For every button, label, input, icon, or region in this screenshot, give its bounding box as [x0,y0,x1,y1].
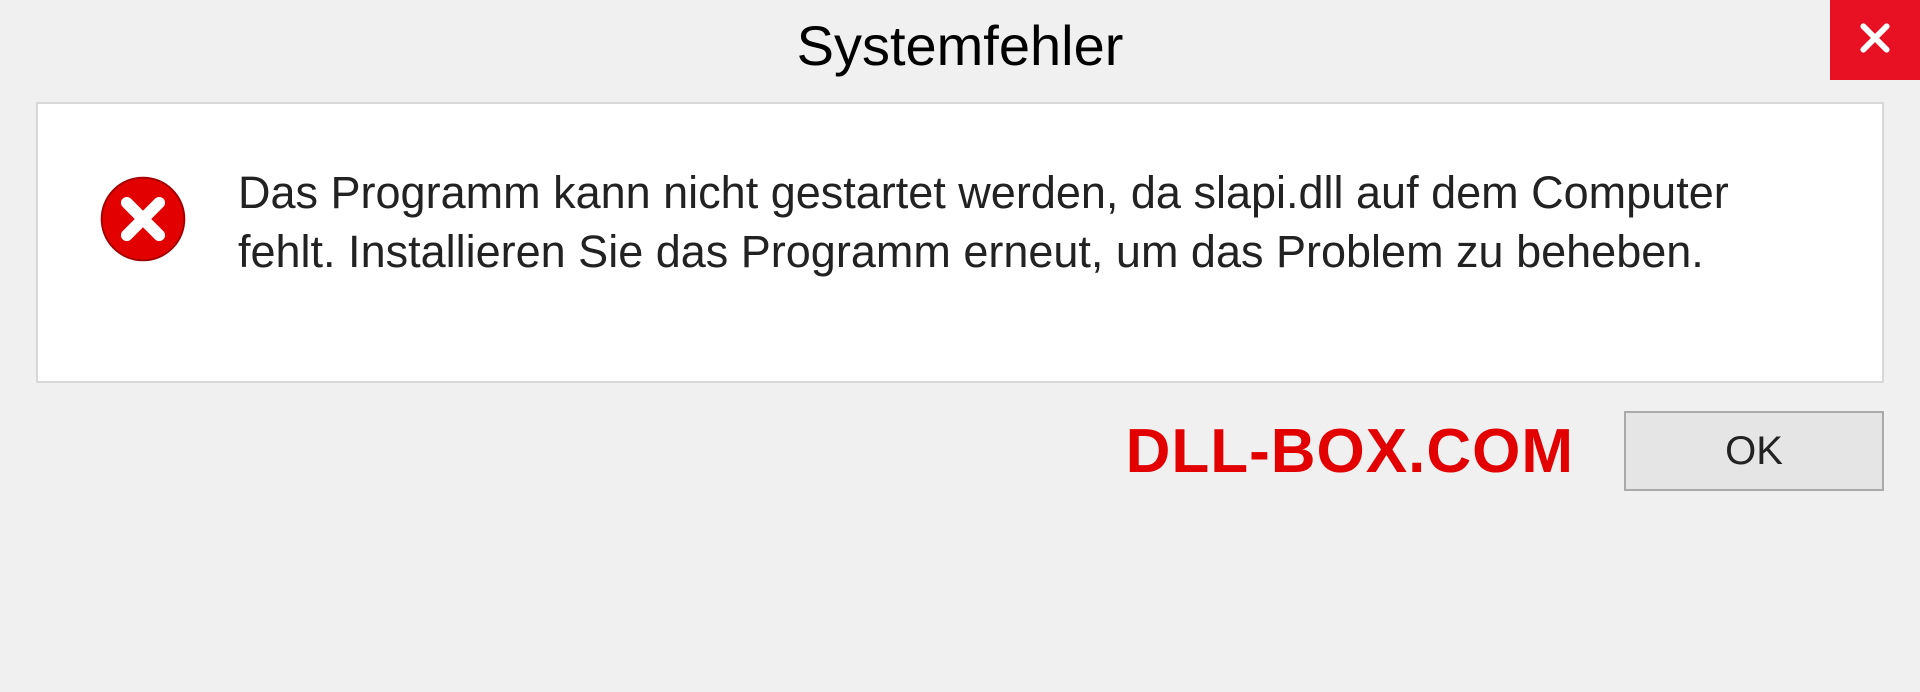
dialog-footer: DLL-BOX.COM OK [0,411,1920,515]
ok-button[interactable]: OK [1624,411,1884,491]
content-panel: Das Programm kann nicht gestartet werden… [36,102,1884,383]
error-icon [98,174,188,264]
watermark-text: DLL-BOX.COM [1126,416,1574,487]
close-button[interactable] [1830,0,1920,80]
error-dialog: Systemfehler Das Programm kann nicht ges… [0,0,1920,692]
close-icon [1855,18,1895,63]
error-message: Das Programm kann nicht gestartet werden… [238,164,1738,281]
dialog-title: Systemfehler [797,13,1124,78]
titlebar: Systemfehler [0,0,1920,90]
